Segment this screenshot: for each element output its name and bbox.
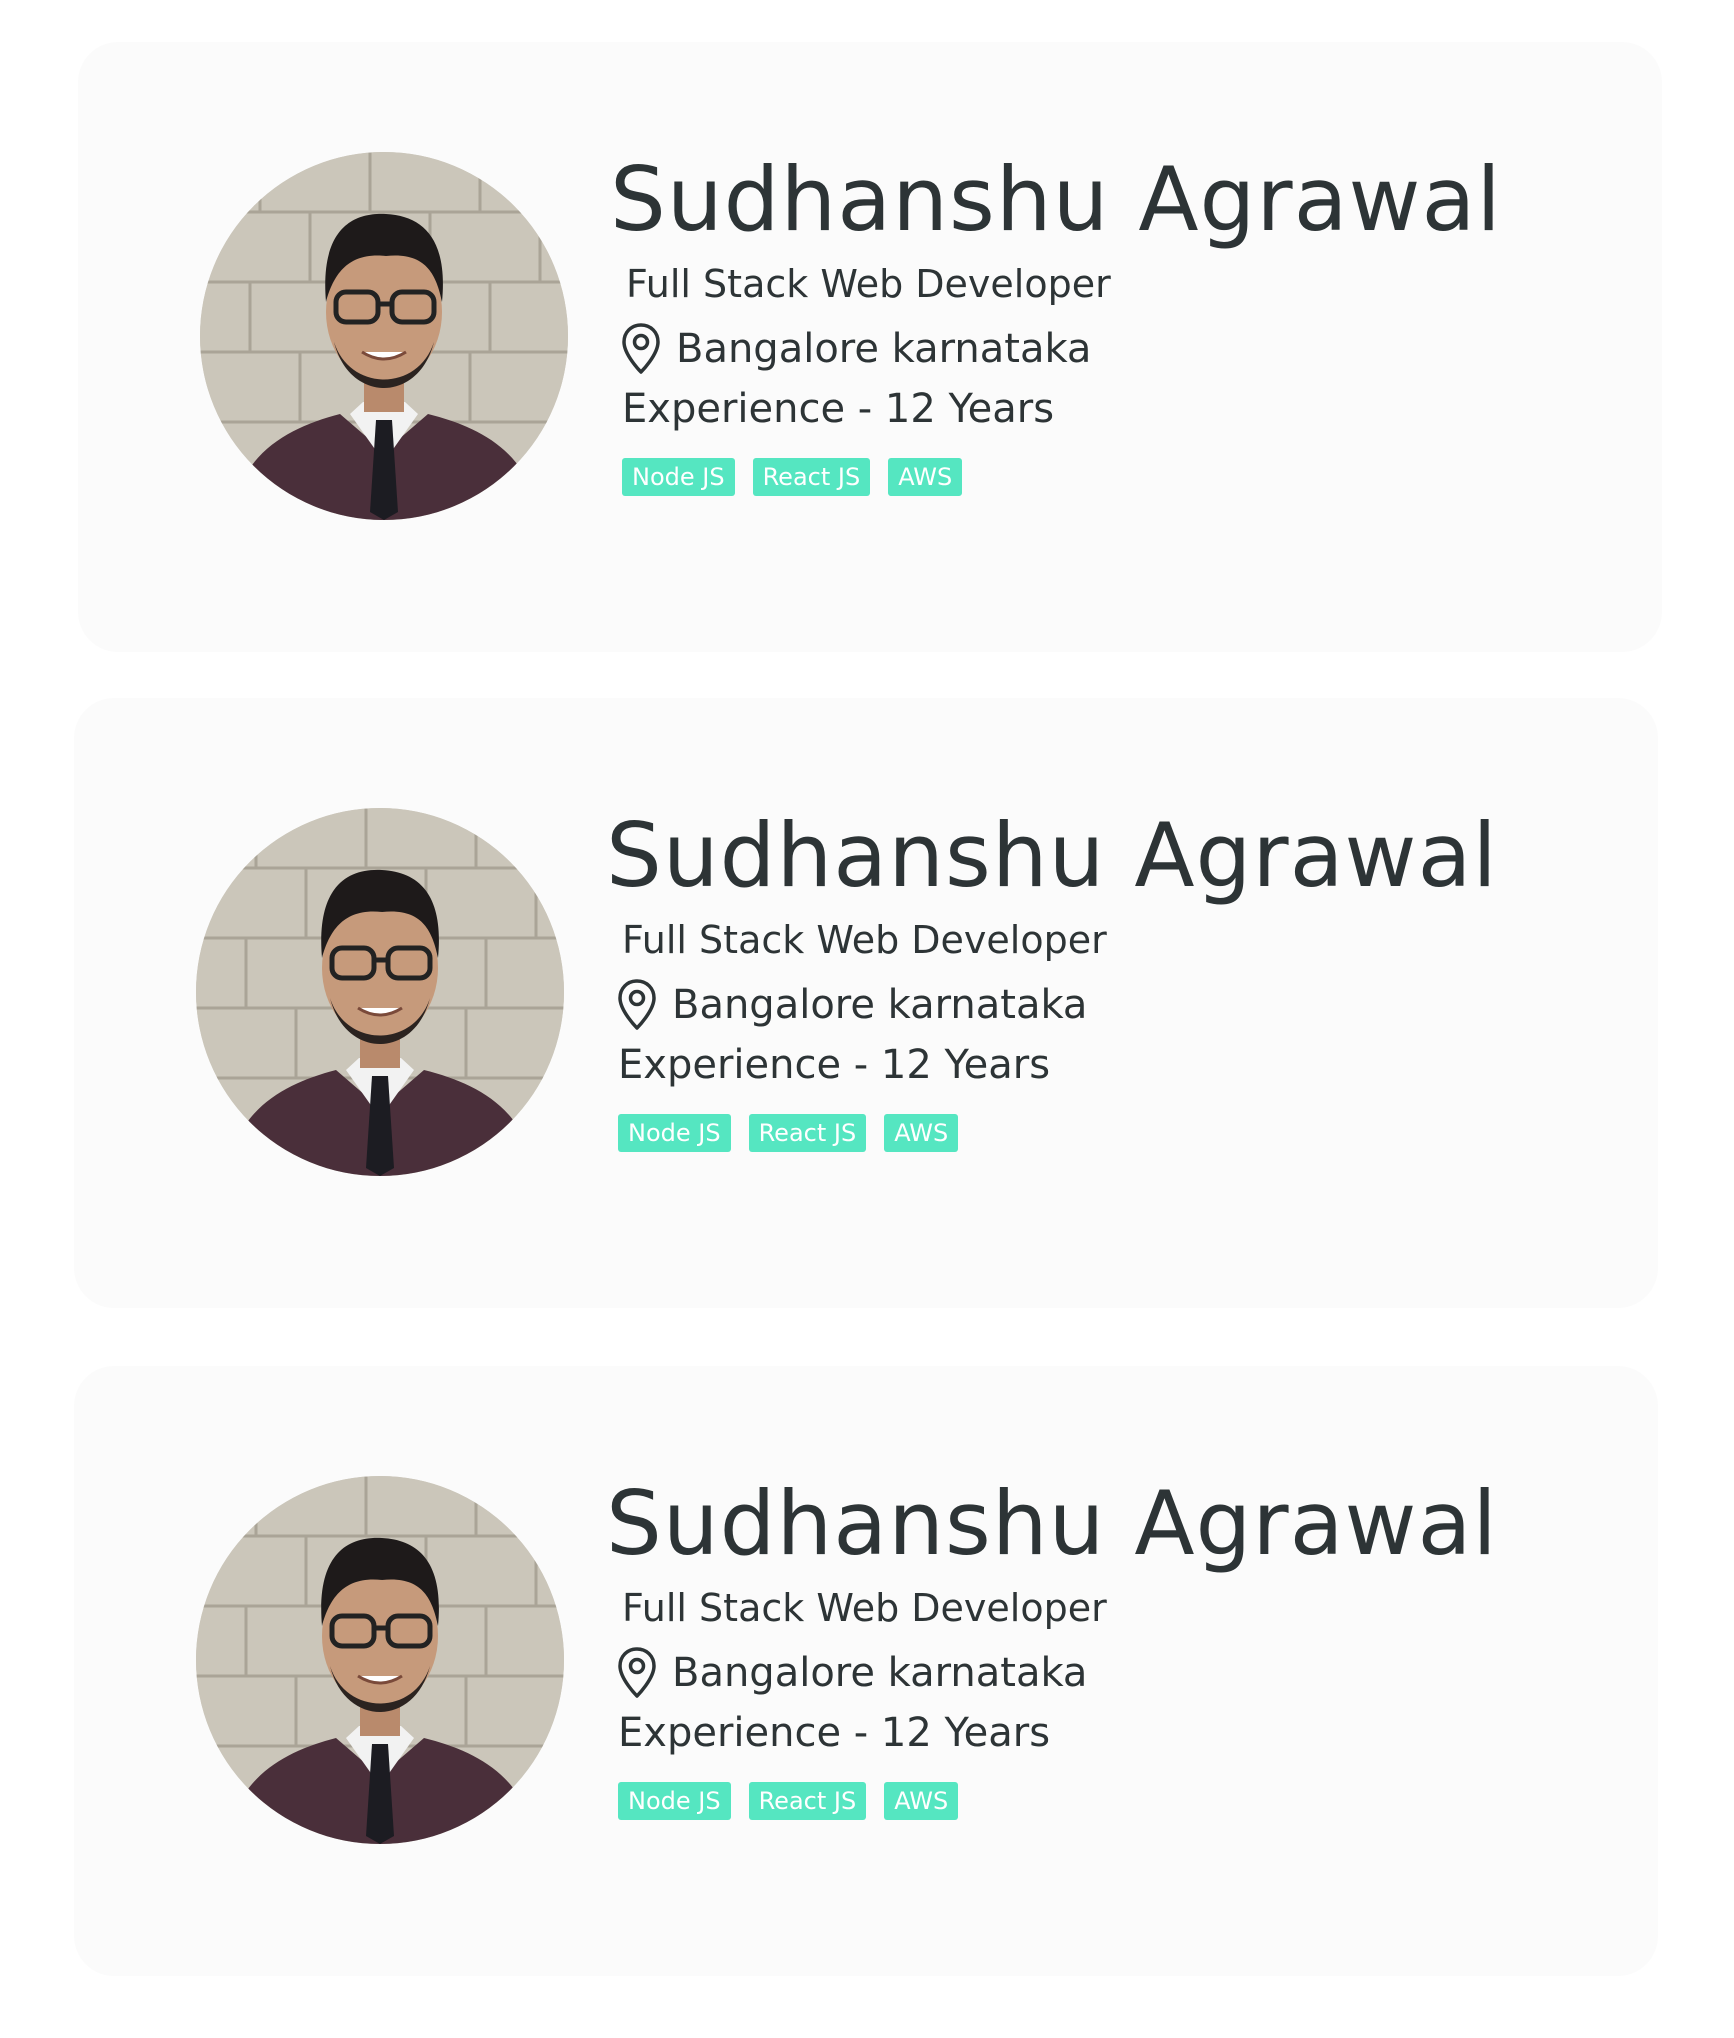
profile-role: Full Stack Web Developer: [626, 262, 1111, 306]
profile-card[interactable]: Sudhanshu Agrawal Full Stack Web Develop…: [74, 698, 1658, 1308]
profile-name: Sudhanshu Agrawal: [606, 804, 1498, 907]
avatar: [200, 152, 568, 520]
skill-tags: Node JS React JS AWS: [618, 1782, 1606, 1820]
skill-tag[interactable]: React JS: [752, 458, 871, 496]
profile-role: Full Stack Web Developer: [622, 1586, 1107, 1630]
map-pin-icon: [618, 1647, 656, 1698]
profile-info: Sudhanshu Agrawal Full Stack Web Develop…: [610, 148, 1610, 496]
profile-location: Bangalore karnataka: [616, 1644, 1606, 1702]
skill-tags: Node JS React JS AWS: [622, 458, 1610, 496]
map-pin-icon: [618, 979, 656, 1030]
skill-tag[interactable]: AWS: [884, 1782, 959, 1820]
skill-tag[interactable]: AWS: [888, 458, 963, 496]
skill-tags: Node JS React JS AWS: [618, 1114, 1606, 1152]
profile-experience: Experience - 12 Years: [618, 1710, 1051, 1756]
skill-tag[interactable]: Node JS: [618, 1782, 731, 1820]
profile-name: Sudhanshu Agrawal: [610, 148, 1502, 251]
profile-experience: Experience - 12 Years: [622, 386, 1055, 432]
profile-experience: Experience - 12 Years: [618, 1042, 1051, 1088]
skill-tag[interactable]: React JS: [748, 1114, 867, 1152]
skill-tag[interactable]: AWS: [884, 1114, 959, 1152]
profile-info: Sudhanshu Agrawal Full Stack Web Develop…: [606, 804, 1606, 1152]
location-text: Bangalore karnataka: [676, 326, 1092, 372]
skill-tag[interactable]: React JS: [748, 1782, 867, 1820]
profile-location: Bangalore karnataka: [620, 320, 1610, 378]
profile-location: Bangalore karnataka: [616, 976, 1606, 1034]
profile-info: Sudhanshu Agrawal Full Stack Web Develop…: [606, 1472, 1606, 1820]
avatar: [196, 1476, 564, 1844]
avatar-photo: [200, 152, 568, 520]
profile-role: Full Stack Web Developer: [622, 918, 1107, 962]
profile-name: Sudhanshu Agrawal: [606, 1472, 1498, 1575]
skill-tag[interactable]: Node JS: [618, 1114, 731, 1152]
profile-card[interactable]: Sudhanshu Agrawal Full Stack Web Develop…: [74, 1366, 1658, 1976]
map-pin-icon: [622, 323, 660, 374]
skill-tag[interactable]: Node JS: [622, 458, 735, 496]
avatar: [196, 808, 564, 1176]
avatar-photo: [196, 1476, 564, 1844]
profile-card[interactable]: Sudhanshu Agrawal Full Stack Web Develop…: [78, 42, 1662, 652]
location-text: Bangalore karnataka: [672, 982, 1088, 1028]
avatar-photo: [196, 808, 564, 1176]
location-text: Bangalore karnataka: [672, 1650, 1088, 1696]
